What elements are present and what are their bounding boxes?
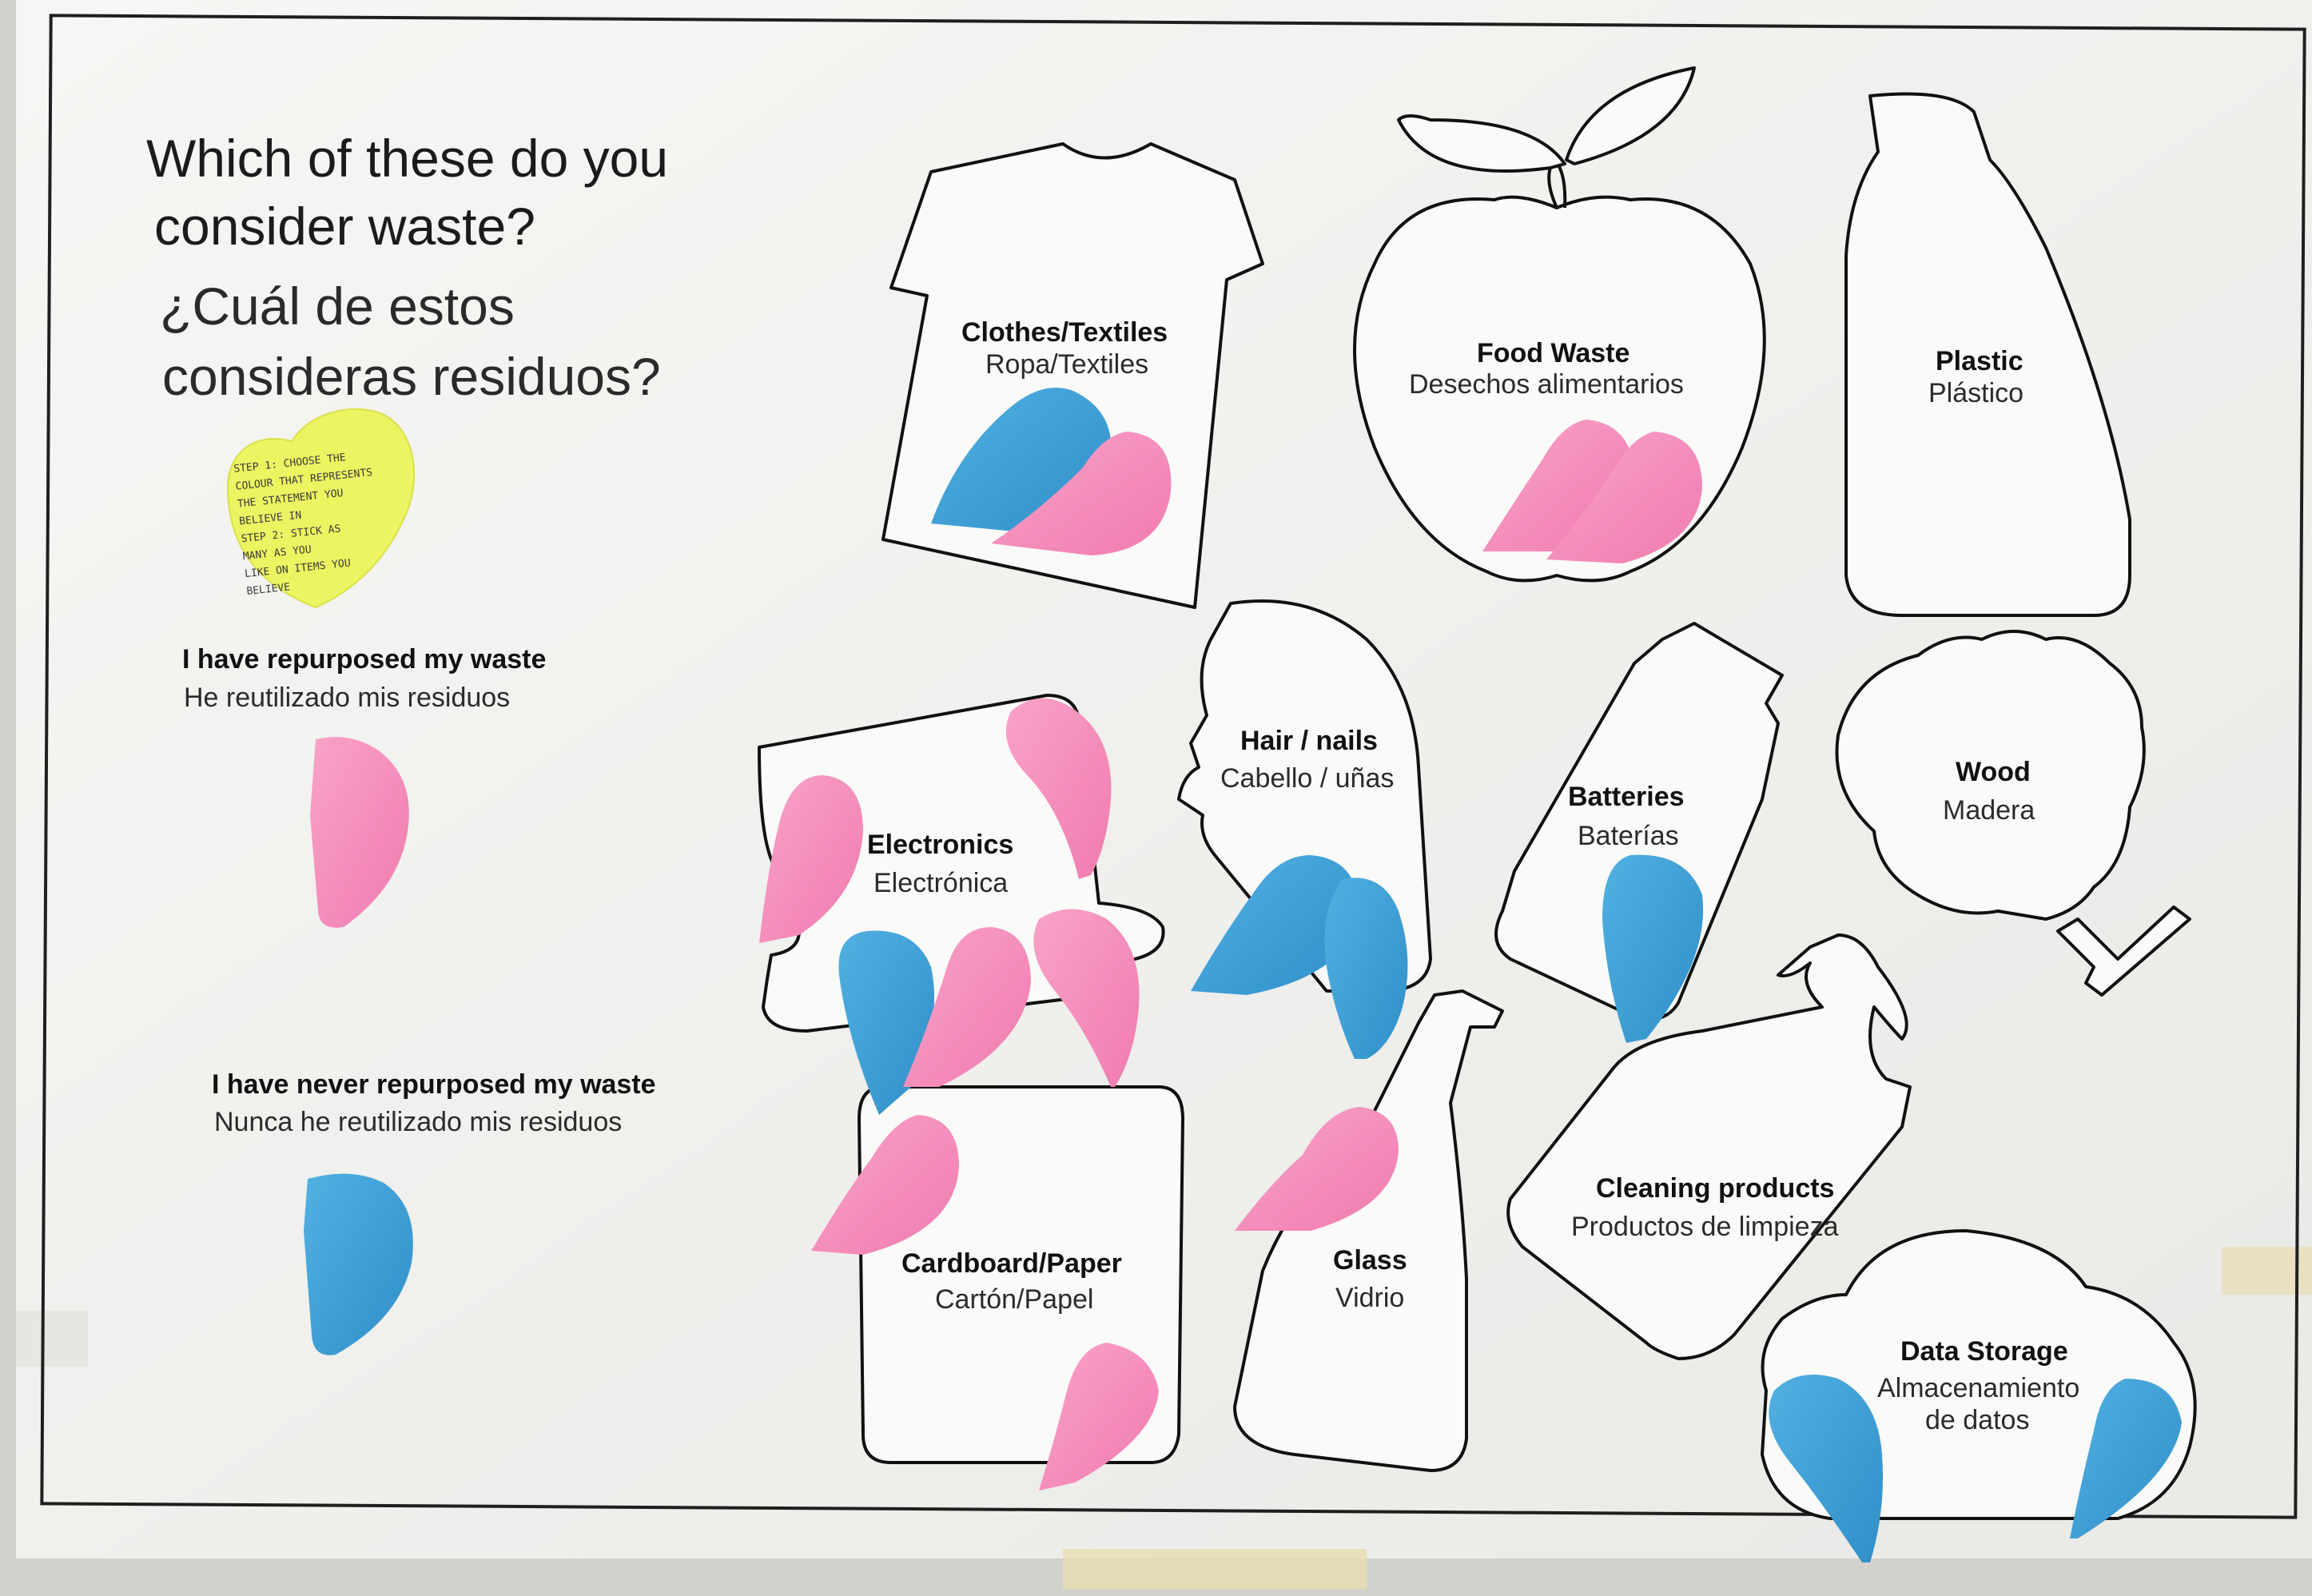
label-glass-es: Vidrio xyxy=(1335,1283,1405,1313)
label-food-en: Food Waste xyxy=(1477,338,1630,368)
label-hair-en: Hair / nails xyxy=(1240,726,1378,756)
label-plastic-es: Plástico xyxy=(1928,378,2024,408)
label-cardboard-en: Cardboard/Paper xyxy=(901,1248,1122,1279)
tape xyxy=(16,1311,88,1367)
label-clothes-en: Clothes/Textiles xyxy=(961,317,1168,348)
page-title-es-line2: consideras residuos? xyxy=(162,347,661,406)
label-batteries-en: Batteries xyxy=(1568,782,1685,812)
label-cleaning-en: Cleaning products xyxy=(1596,1173,1835,1204)
legend-repurposed-en: I have repurposed my waste xyxy=(182,644,547,675)
label-data-es-line2: de datos xyxy=(1925,1405,2030,1435)
legend-never-en: I have never repurposed my waste xyxy=(212,1069,656,1100)
label-cleaning-es: Productos de limpieza xyxy=(1571,1212,1839,1242)
label-data-es-line1: Almacenamiento xyxy=(1877,1373,2080,1403)
label-wood-en: Wood xyxy=(1956,757,2031,787)
label-food-es: Desechos alimentarios xyxy=(1409,369,1684,400)
legend-never-es: Nunca he reutilizado mis residuos xyxy=(214,1107,623,1137)
sticky-note-text: STEP 1: CHOOSE THE COLOUR THAT REPRESENT… xyxy=(233,443,422,601)
label-plastic-en: Plastic xyxy=(1936,346,2023,376)
label-batteries-es: Baterías xyxy=(1578,821,1679,851)
label-data-en: Data Storage xyxy=(1900,1336,2068,1367)
page-title-en-line2: consider waste? xyxy=(154,197,535,256)
label-clothes-es: Ropa/Textiles xyxy=(985,349,1149,380)
label-wood-es: Madera xyxy=(1943,795,2035,826)
page-title-en-line1: Which of these do you xyxy=(146,129,669,188)
label-electronics-es: Electrónica xyxy=(873,868,1009,898)
legend-repurposed-es: He reutilizado mis residuos xyxy=(184,683,511,713)
tape xyxy=(1063,1549,1367,1589)
label-hair-es: Cabello / uñas xyxy=(1220,763,1395,794)
label-electronics-en: Electronics xyxy=(867,830,1014,860)
label-cardboard-es: Cartón/Papel xyxy=(935,1284,1094,1315)
page-title-es-line1: ¿Cuál de estos xyxy=(160,277,515,336)
label-glass-en: Glass xyxy=(1333,1245,1407,1276)
